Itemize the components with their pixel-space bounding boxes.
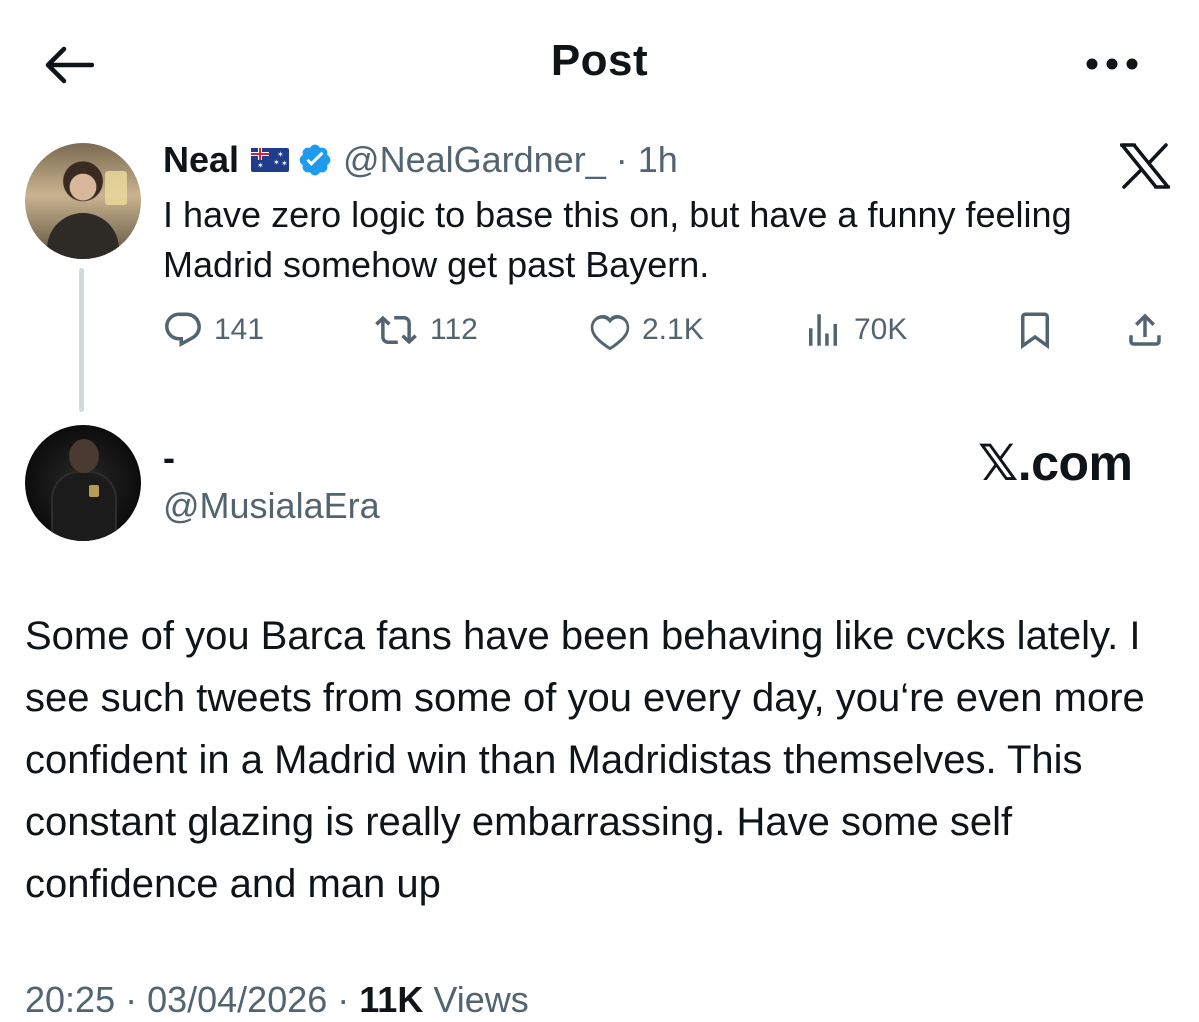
- tweet-timestamp[interactable]: 20:25 · 03/04/2026 ·: [25, 979, 349, 1020]
- share-button[interactable]: [1124, 300, 1166, 360]
- parent-handle[interactable]: @NealGardner_ · 1h: [343, 139, 678, 181]
- reply-button[interactable]: 141: [162, 300, 264, 360]
- bookmark-icon: [1021, 312, 1049, 350]
- tweet-meta: 20:25 · 03/04/2026 · 11K Views: [25, 978, 529, 1022]
- bookmark-button[interactable]: [1014, 300, 1056, 360]
- x-logo-icon: [1120, 143, 1170, 189]
- like-button[interactable]: 2.1K: [588, 300, 704, 360]
- avatar-player-body: [51, 471, 117, 541]
- repost-count: 112: [430, 313, 478, 346]
- parent-tweet-actions: 141 112 2.1K 70K: [0, 300, 1199, 360]
- views-bars-icon: [809, 314, 837, 346]
- top-bar: Post: [0, 0, 1199, 125]
- avatar-musialaera[interactable]: [25, 425, 141, 541]
- repost-icon: [375, 315, 417, 345]
- avatar-body: [47, 213, 119, 259]
- reply-count: 141: [214, 313, 265, 346]
- parent-tweet-header: Neal ✶ ✶ ✶ ✶ @NealGardner_ · 1h: [163, 138, 678, 182]
- views-button[interactable]: 70K: [802, 300, 907, 360]
- reply-icon: [165, 312, 201, 347]
- heart-icon: [590, 314, 630, 351]
- avatar-neal[interactable]: [25, 143, 141, 259]
- reply-tweet-text: Some of you Barca fans have been behavin…: [25, 614, 1145, 906]
- repost-button[interactable]: 112: [372, 300, 478, 360]
- verified-badge-icon[interactable]: [297, 142, 333, 178]
- tweet-views-label: Views: [433, 979, 529, 1020]
- parent-tweet-text: I have zero logic to base this on, but h…: [163, 194, 1072, 285]
- more-options-button[interactable]: [1080, 42, 1144, 86]
- avatar-player-head: [69, 439, 99, 473]
- more-dots-icon: [1086, 58, 1138, 70]
- reply-handle[interactable]: @MusialaEra: [163, 484, 380, 528]
- reply-display-name[interactable]: -: [163, 436, 175, 480]
- australia-flag-icon: ✶ ✶ ✶ ✶: [251, 148, 290, 172]
- parent-display-name[interactable]: Neal: [163, 139, 239, 181]
- parent-time: · 1h: [615, 139, 678, 180]
- views-count: 70K: [854, 313, 908, 346]
- avatar-crest: [89, 485, 99, 497]
- like-count: 2.1K: [642, 313, 704, 346]
- tweet-views-count: 11K: [359, 979, 424, 1020]
- avatar-background-lamp: [105, 171, 127, 205]
- share-icon: [1129, 313, 1161, 346]
- xcom-watermark: 𝕏.com: [978, 435, 1133, 491]
- page-title: Post: [550, 36, 649, 85]
